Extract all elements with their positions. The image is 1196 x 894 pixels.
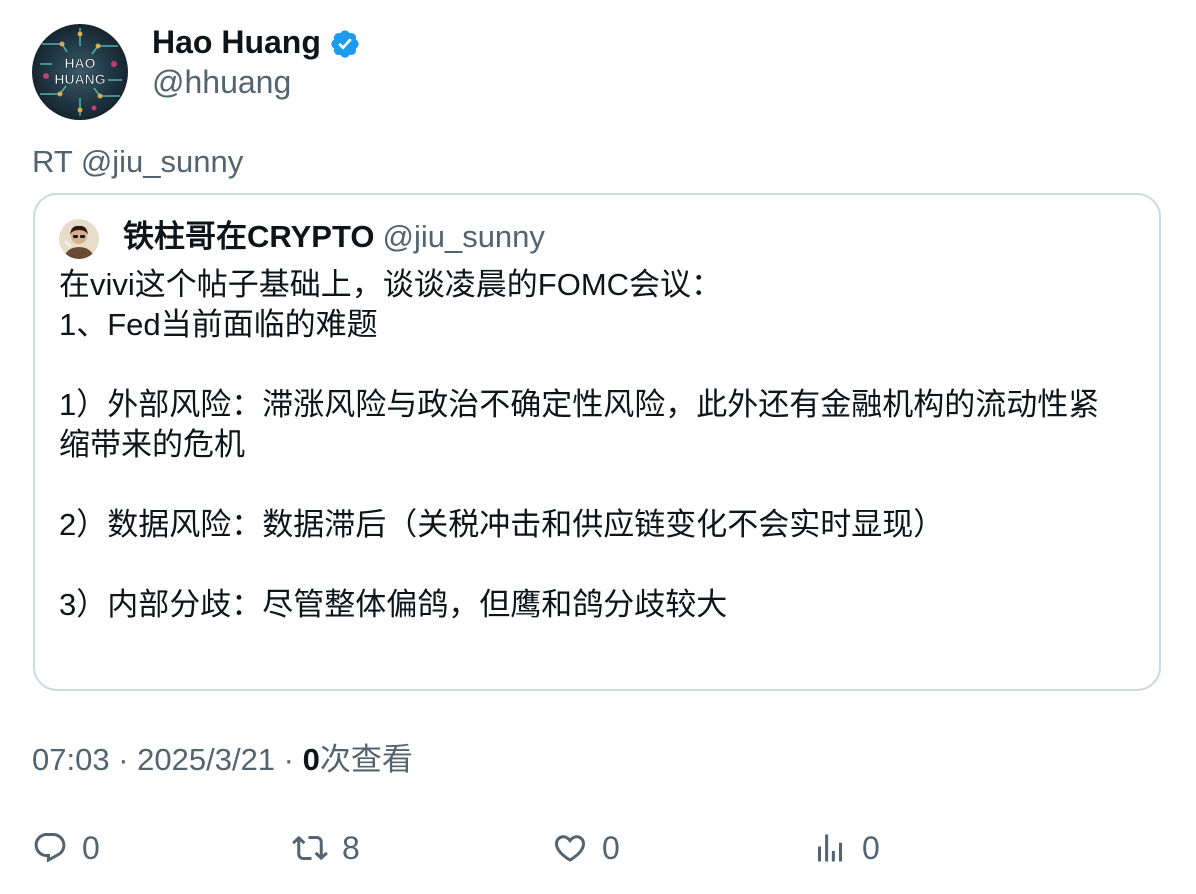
reply-icon — [34, 833, 66, 863]
meta-separator: · — [275, 742, 303, 777]
author-name-row: Hao Huang — [152, 22, 361, 62]
quote-line: 1）外部风险：滞涨风险与政治不确定性风险，此外还有金融机构的流动性紧 — [59, 387, 1100, 422]
quote-body-text: 在vivi这个帖子基础上，谈谈凌晨的FOMC会议： 1、Fed当前面临的难题 1… — [59, 265, 1139, 625]
views-count: 0 — [302, 742, 320, 777]
heart-icon — [554, 835, 586, 862]
like-button[interactable]: 0 — [552, 828, 620, 868]
author-avatar-image: HAO HUANG — [32, 24, 128, 120]
quote-line — [59, 345, 1139, 385]
retweet-button[interactable]: 8 — [292, 828, 360, 868]
author-avatar[interactable]: HAO HUANG — [32, 24, 128, 120]
tweet-time[interactable]: 07:03 — [32, 742, 110, 777]
meta-separator: · — [109, 742, 138, 777]
quote-line: 在vivi这个帖子基础上，谈谈凌晨的FOMC会议： — [59, 267, 723, 302]
retweet-text: RT @jiu_sunny — [32, 144, 244, 179]
quote-author-avatar[interactable] — [59, 219, 99, 259]
quote-line — [59, 545, 1139, 585]
reply-button[interactable]: 0 — [32, 828, 100, 868]
views-label: 次查看 — [319, 742, 413, 777]
quoted-tweet-card[interactable]: 铁柱哥在CRYPTO @jiu_sunny 在vivi这个帖子基础上，谈谈凌晨的… — [33, 193, 1161, 691]
retweet-count: 8 — [342, 830, 360, 866]
avatar-text-line2: HUANG — [54, 71, 105, 87]
quote-line — [59, 465, 1139, 505]
quote-line: 3）内部分歧：尽管整体偏鸽，但鹰和鸽分歧较大 — [59, 587, 728, 622]
tweet-meta: 07:03 · 2025/3/21 · 0次查看 — [32, 740, 413, 780]
views-action-count: 0 — [862, 830, 880, 866]
verified-badge-icon[interactable] — [329, 28, 361, 60]
quote-line: 缩带来的危机 — [59, 427, 245, 462]
quote-author-name[interactable]: 铁柱哥在CRYPTO — [123, 213, 374, 261]
retweet-icon — [292, 835, 328, 861]
like-count: 0 — [602, 830, 620, 866]
quote-author-avatar-image — [59, 219, 99, 259]
quote-author-row: 铁柱哥在CRYPTO @jiu_sunny — [123, 213, 545, 261]
author-handle[interactable]: @hhuang — [152, 62, 291, 102]
views-button[interactable]: 0 — [812, 828, 880, 868]
quote-line: 2）数据风险：数据滞后（关税冲击和供应链变化不会实时显现） — [59, 507, 945, 542]
quote-author-handle[interactable]: @jiu_sunny — [382, 217, 544, 257]
author-name[interactable]: Hao Huang — [152, 22, 321, 62]
quote-line: 1、Fed当前面临的难题 — [59, 307, 378, 342]
reply-count: 0 — [82, 830, 100, 866]
avatar-text-line1: HAO — [64, 55, 95, 71]
analytics-icon — [818, 834, 842, 862]
tweet-date[interactable]: 2025/3/21 — [137, 742, 275, 777]
